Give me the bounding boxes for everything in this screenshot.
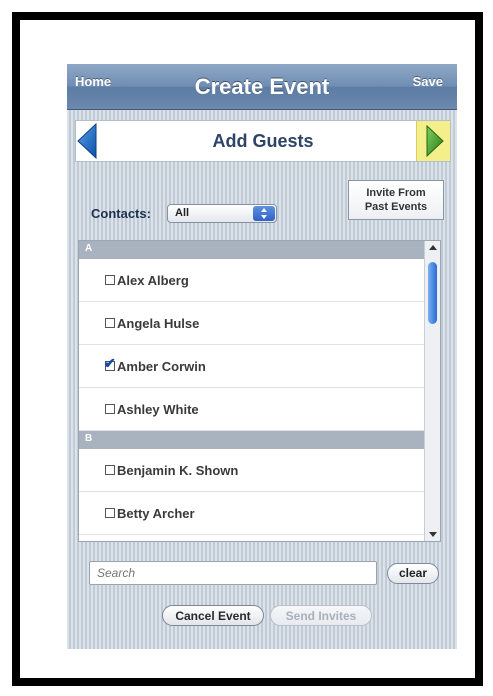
contacts-select-value: All: [175, 207, 190, 219]
save-button[interactable]: Save: [413, 74, 443, 89]
clear-button[interactable]: clear: [387, 563, 439, 584]
invite-from-past-events-button[interactable]: Invite From Past Events: [348, 180, 444, 220]
title-bar: Home Create Event Save: [67, 64, 457, 110]
contact-name: Benjamin K. Shown: [117, 463, 239, 478]
invite-past-line1: Invite From: [366, 187, 426, 199]
contact-checkbox[interactable]: [105, 404, 115, 414]
contact-row[interactable]: Angela Hulse: [79, 302, 440, 345]
cancel-event-button[interactable]: Cancel Event: [162, 605, 264, 626]
right-arrow-icon: [426, 124, 444, 158]
contact-checkbox[interactable]: [105, 465, 115, 475]
contact-checkbox[interactable]: [105, 275, 115, 285]
section-header: B: [79, 431, 440, 449]
forward-arrow-button[interactable]: [416, 121, 450, 161]
contact-checkbox[interactable]: [105, 318, 115, 328]
contact-row[interactable]: Betty Archer: [79, 492, 440, 535]
scroll-thumb[interactable]: [428, 262, 437, 324]
send-invites-button[interactable]: Send Invites: [270, 605, 372, 626]
contact-row[interactable]: Benjamin K. Shown: [79, 449, 440, 492]
contact-row[interactable]: Ashley White: [79, 388, 440, 431]
contact-name: Betty Archer: [117, 506, 195, 521]
step-title: Add Guests: [212, 131, 314, 151]
scroll-down-icon[interactable]: [429, 532, 437, 537]
contact-row[interactable]: Alex Alberg: [79, 259, 440, 302]
search-input[interactable]: [89, 561, 377, 585]
section-header: A: [79, 241, 440, 259]
contact-name: Alex Alberg: [117, 273, 189, 288]
contact-name: Angela Hulse: [117, 316, 200, 331]
dropdown-arrows-icon: [253, 206, 275, 221]
contacts-select[interactable]: All: [167, 204, 277, 223]
invite-past-line2: Past Events: [364, 201, 428, 213]
list-scrollbar[interactable]: [424, 241, 440, 541]
scroll-up-icon[interactable]: [429, 245, 437, 250]
contacts-list-body: A Alex Alberg Angela Hulse ✔ Amber Corwin Ash…: [79, 241, 440, 535]
step-header: Add Guests: [75, 120, 451, 162]
page-title: Create Event: [194, 74, 330, 99]
contact-name: Ashley White: [117, 402, 199, 417]
contact-checkbox[interactable]: [105, 508, 115, 518]
contact-name: Amber Corwin: [117, 359, 206, 374]
contacts-label: Contacts:: [91, 206, 151, 221]
contacts-list[interactable]: A Alex Alberg Angela Hulse ✔ Amber Corwin Ash…: [78, 240, 441, 542]
app-screen: Home Create Event Save Add Guests Contac…: [67, 64, 457, 649]
contact-row[interactable]: ✔ Amber Corwin: [79, 345, 440, 388]
checkmark-icon: ✔: [104, 355, 116, 371]
